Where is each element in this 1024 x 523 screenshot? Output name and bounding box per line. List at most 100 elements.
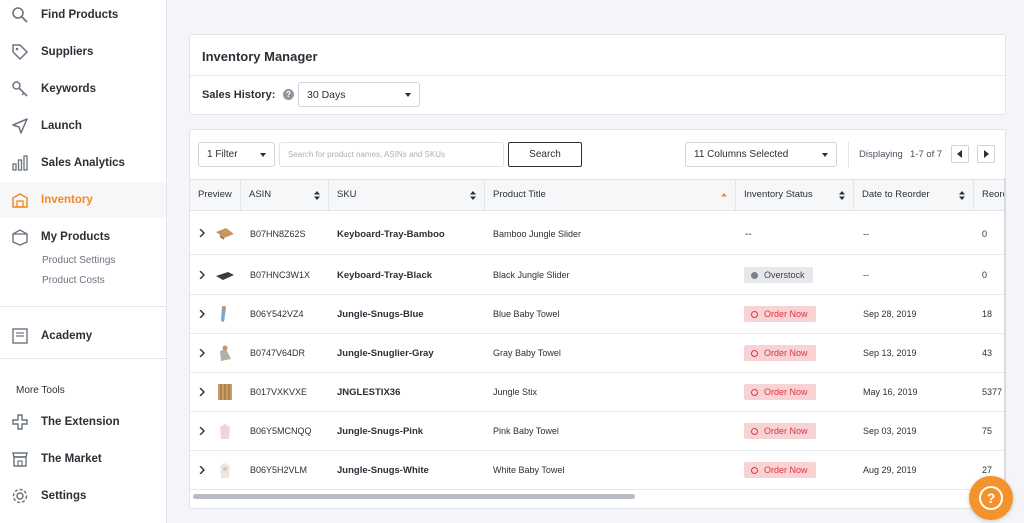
horizontal-scrollbar[interactable]	[193, 494, 635, 499]
search-input[interactable]	[279, 142, 504, 167]
table-row[interactable]: B017VXKVXE JNGLESTIX36 Jungle Stix Order…	[190, 373, 1005, 412]
sales-history-select[interactable]: 30 Days	[298, 82, 420, 107]
sku-cell: JNGLESTIX36	[337, 387, 401, 398]
reorder-cell: 43	[982, 348, 993, 358]
column-header-preview[interactable]: Preview	[190, 180, 241, 210]
sidebar-item-my-products[interactable]: My Products	[0, 219, 166, 255]
asin-cell: B07HNC3W1X	[250, 270, 311, 280]
sku-cell: Jungle-Snuglier-Gray	[337, 348, 434, 359]
expand-chevron-icon[interactable]	[199, 229, 205, 237]
expand-chevron-icon[interactable]	[199, 349, 205, 357]
sidebar-item-find-products[interactable]: Find Products	[0, 0, 166, 33]
sku-cell: Keyboard-Tray-Black	[337, 270, 433, 281]
status-badge-label: Order Now	[764, 309, 808, 319]
filter-label: 1 Filter	[207, 149, 238, 160]
header-divider	[190, 75, 1005, 76]
sort-ascending-icon	[721, 193, 727, 197]
column-header-product-title[interactable]: Product Title	[485, 180, 736, 210]
column-header-inventory-status[interactable]: Inventory Status	[736, 180, 854, 210]
chevron-down-icon	[260, 153, 266, 157]
reorder-cell: 5377	[982, 387, 1003, 397]
column-header-asin[interactable]: ASIN	[241, 180, 329, 210]
sku-cell: Jungle-Snugs-White	[337, 465, 429, 476]
status-badge: Order Now	[744, 384, 816, 400]
table-row[interactable]: B0747V64DR Jungle-Snuglier-Gray Gray Bab…	[190, 334, 1005, 373]
page-title: Inventory Manager	[202, 49, 318, 64]
sidebar-subitem-product-costs[interactable]: Product Costs	[42, 275, 105, 286]
sidebar-item-settings[interactable]: Settings	[0, 478, 166, 514]
status-badge: Order Now	[744, 345, 816, 361]
table-row[interactable]: B06Y5MCNQQ Jungle-Snugs-Pink Pink Baby T…	[190, 412, 1005, 451]
column-header-label: SKU	[337, 189, 357, 200]
sort-icon	[959, 191, 965, 200]
sales-history-value: 30 Days	[307, 89, 346, 101]
sidebar-item-extension[interactable]: The Extension	[0, 404, 166, 440]
help-chat-button[interactable]: ?	[969, 476, 1013, 520]
sidebar-item-label: The Market	[41, 453, 102, 465]
sidebar-divider	[0, 306, 166, 307]
inventory-status-cell: --	[745, 229, 752, 240]
sidebar-item-academy[interactable]: Academy	[0, 318, 166, 354]
expand-chevron-icon[interactable]	[199, 388, 205, 396]
sku-cell: Keyboard-Tray-Bamboo	[337, 229, 445, 240]
sidebar-item-label: Find Products	[41, 9, 119, 21]
column-header-reorder[interactable]: Reord	[974, 180, 1005, 210]
expand-chevron-icon[interactable]	[199, 310, 205, 318]
date-to-reorder-cell: --	[863, 270, 869, 280]
sidebar-item-sales-analytics[interactable]: Sales Analytics	[0, 145, 166, 181]
sidebar-item-inventory[interactable]: Inventory	[0, 182, 166, 218]
help-icon[interactable]: ?	[283, 89, 294, 100]
store-icon	[10, 449, 30, 469]
sidebar-subitem-product-settings[interactable]: Product Settings	[42, 255, 115, 266]
displaying-range: 1-7 of 7	[910, 149, 943, 160]
sku-cell: Jungle-Snugs-Pink	[337, 426, 424, 437]
date-to-reorder-cell: Aug 29, 2019	[863, 465, 917, 475]
sidebar-item-keywords[interactable]: Keywords	[0, 71, 166, 107]
asin-cell: B0747V64DR	[250, 348, 306, 358]
sidebar-item-market[interactable]: The Market	[0, 441, 166, 477]
date-to-reorder-cell: --	[863, 229, 869, 239]
table-row[interactable]: B06Y5H2VLM Jungle-Snugs-White White Baby…	[190, 451, 1005, 490]
filter-dropdown[interactable]: 1 Filter	[198, 142, 275, 167]
more-tools-heading: More Tools	[16, 385, 65, 396]
prev-page-button[interactable]	[951, 145, 969, 163]
expand-chevron-icon[interactable]	[199, 271, 205, 279]
status-dot-icon	[751, 466, 758, 474]
question-icon: ?	[979, 486, 1003, 510]
toolbar-divider	[848, 142, 849, 168]
sort-icon	[314, 191, 320, 200]
table-row[interactable]: B07HN8Z62S Keyboard-Tray-Bamboo Bamboo J…	[190, 212, 1005, 255]
reorder-cell: 75	[982, 426, 993, 436]
date-to-reorder-cell: May 16, 2019	[863, 387, 918, 397]
search-button[interactable]: Search	[508, 142, 582, 167]
column-header-sku[interactable]: SKU	[329, 180, 485, 210]
sidebar-item-label: Academy	[41, 330, 93, 342]
sidebar-item-label: Inventory	[41, 194, 93, 206]
product-title-cell: Gray Baby Towel	[493, 348, 561, 358]
columns-select[interactable]: 11 Columns Selected	[685, 142, 837, 167]
status-dot-icon	[751, 310, 758, 318]
column-header-date-to-reorder[interactable]: Date to Reorder	[854, 180, 974, 210]
product-thumbnail	[220, 424, 230, 439]
status-badge: Order Now	[744, 462, 816, 478]
sidebar-item-suppliers[interactable]: Suppliers	[0, 34, 166, 70]
product-thumbnail	[216, 228, 234, 240]
sidebar: Find Products Suppliers Keywords Launch …	[0, 0, 167, 523]
tag-icon	[10, 42, 30, 62]
sidebar-divider	[0, 358, 166, 359]
reorder-cell: 0	[982, 270, 988, 280]
table-row[interactable]: B07HNC3W1X Keyboard-Tray-Black Black Jun…	[190, 255, 1005, 295]
date-to-reorder-cell: Sep 03, 2019	[863, 426, 917, 436]
book-icon	[10, 326, 30, 346]
next-page-button[interactable]	[977, 145, 995, 163]
sales-history-label: Sales History:	[202, 89, 276, 101]
sidebar-item-launch[interactable]: Launch	[0, 108, 166, 144]
table-row[interactable]: B06Y542VZ4 Jungle-Snugs-Blue Blue Baby T…	[190, 295, 1005, 334]
inventory-table-card: 1 Filter Search 11 Columns Selected Disp…	[189, 129, 1006, 509]
product-thumbnail	[221, 306, 226, 322]
send-icon	[10, 116, 30, 136]
product-thumbnail	[216, 272, 234, 280]
expand-chevron-icon[interactable]	[199, 427, 205, 435]
reorder-cell: 27	[982, 465, 993, 475]
expand-chevron-icon[interactable]	[199, 466, 205, 474]
